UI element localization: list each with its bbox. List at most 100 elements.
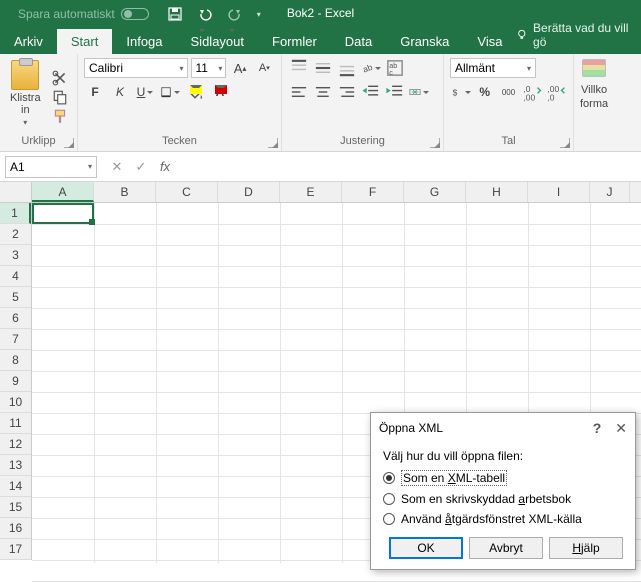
paste-button[interactable]: Klistra in ▾	[6, 58, 45, 135]
row-header[interactable]: 15	[0, 497, 31, 518]
name-box[interactable]: A1▾	[5, 156, 97, 178]
underline-button[interactable]: U	[134, 82, 156, 102]
row-header[interactable]: 5	[0, 287, 31, 308]
col-header[interactable]: A	[32, 182, 94, 202]
row-header[interactable]: 6	[0, 308, 31, 329]
tell-me-search[interactable]: Berätta vad du vill gö	[516, 21, 641, 54]
merge-center-icon[interactable]	[408, 82, 430, 102]
font-name-select[interactable]: Calibri▾	[84, 58, 188, 78]
cut-icon[interactable]	[51, 70, 69, 86]
format-painter-icon[interactable]	[51, 108, 69, 124]
tab-insert[interactable]: Infoga	[112, 29, 176, 54]
chevron-down-icon: ▾	[23, 118, 27, 127]
row-header[interactable]: 9	[0, 371, 31, 392]
close-icon[interactable]: ✕	[615, 420, 627, 437]
row-header[interactable]: 3	[0, 245, 31, 266]
tab-home[interactable]: Start	[57, 29, 112, 54]
col-header[interactable]: G	[404, 182, 466, 202]
dialog-launcher-clipboard[interactable]	[64, 138, 74, 148]
conditional-formatting-icon	[581, 58, 607, 82]
tell-me-label: Berätta vad du vill gö	[533, 21, 633, 49]
accept-formula-icon[interactable]: ✓	[129, 156, 153, 178]
row-header[interactable]: 14	[0, 476, 31, 497]
undo-icon[interactable]	[197, 6, 213, 22]
row-header[interactable]: 13	[0, 455, 31, 476]
col-header[interactable]: D	[218, 182, 280, 202]
dialog-launcher-font[interactable]	[268, 138, 278, 148]
align-middle-icon[interactable]	[312, 58, 334, 78]
copy-icon[interactable]	[51, 89, 69, 105]
border-button[interactable]	[159, 82, 181, 102]
radio-checked-icon[interactable]	[383, 472, 395, 484]
align-right-icon[interactable]	[336, 82, 358, 102]
align-center-icon[interactable]	[312, 82, 334, 102]
increase-decimal-icon[interactable]: ,0,00	[521, 82, 543, 102]
option-label: Använd åtgärdsfönstret XML-källa	[401, 512, 582, 526]
row-header[interactable]: 8	[0, 350, 31, 371]
italic-button[interactable]: K	[109, 82, 131, 102]
row-header[interactable]: 10	[0, 392, 31, 413]
increase-font-icon[interactable]: A▴	[229, 58, 250, 78]
accounting-format-icon[interactable]: $	[450, 82, 472, 102]
dialog-launcher-number[interactable]	[560, 138, 570, 148]
row-header[interactable]: 12	[0, 434, 31, 455]
radio-icon[interactable]	[383, 493, 395, 505]
font-color-button[interactable]: A	[209, 82, 231, 102]
insert-function-icon[interactable]: fx	[153, 156, 177, 178]
wrap-text-icon[interactable]: abc	[384, 58, 406, 78]
radio-icon[interactable]	[383, 513, 395, 525]
align-top-icon[interactable]	[288, 58, 310, 78]
autosave-toggle[interactable]: Spara automatiskt	[18, 7, 149, 21]
col-header[interactable]: C	[156, 182, 218, 202]
bold-button[interactable]: F	[84, 82, 106, 102]
tab-data[interactable]: Data	[331, 29, 386, 54]
col-header[interactable]: J	[590, 182, 630, 202]
row-header[interactable]: 2	[0, 224, 31, 245]
col-header[interactable]: F	[342, 182, 404, 202]
selected-cell[interactable]	[32, 203, 94, 224]
align-left-icon[interactable]	[288, 82, 310, 102]
cancel-formula-icon[interactable]: ✕	[105, 156, 129, 178]
tab-review[interactable]: Granska	[386, 29, 463, 54]
toggle-off-icon[interactable]	[121, 8, 149, 20]
decrease-font-icon[interactable]: A▾	[254, 58, 275, 78]
row-header[interactable]: 16	[0, 518, 31, 539]
option-readonly-workbook[interactable]: Som en skrivskyddad arbetsbok	[383, 489, 623, 509]
save-icon[interactable]	[167, 6, 183, 22]
row-header[interactable]: 4	[0, 266, 31, 287]
col-header[interactable]: H	[466, 182, 528, 202]
align-bottom-icon[interactable]	[336, 58, 358, 78]
percent-format-icon[interactable]: %	[474, 82, 496, 102]
comma-format-icon[interactable]: 000	[498, 82, 520, 102]
tab-view[interactable]: Visa	[463, 29, 516, 54]
decrease-decimal-icon[interactable]: ,00,0	[545, 82, 567, 102]
tab-pagelayout[interactable]: Sidlayout	[177, 29, 258, 54]
help-button[interactable]: Hjälp	[549, 537, 623, 559]
col-header[interactable]: E	[280, 182, 342, 202]
fill-color-button[interactable]	[184, 82, 206, 102]
col-header[interactable]: B	[94, 182, 156, 202]
dialog-launcher-alignment[interactable]	[430, 138, 440, 148]
col-header[interactable]: I	[528, 182, 590, 202]
help-icon[interactable]: ?	[593, 420, 602, 436]
select-all-corner[interactable]	[0, 182, 32, 203]
number-format-select[interactable]: Allmänt▾	[450, 58, 536, 78]
cancel-button[interactable]: Avbryt	[469, 537, 543, 559]
row-header[interactable]: 7	[0, 329, 31, 350]
option-xml-source-pane[interactable]: Använd åtgärdsfönstret XML-källa	[383, 509, 623, 529]
ok-button[interactable]: OK	[389, 537, 463, 559]
option-xml-table[interactable]: Som en XML-tabell	[383, 467, 623, 489]
font-size-select[interactable]: 11▾	[191, 58, 226, 78]
cond-label2: forma	[580, 98, 608, 110]
conditional-formatting-button[interactable]: Villko forma	[580, 58, 608, 149]
orientation-icon[interactable]: ab	[360, 58, 382, 78]
tab-file[interactable]: Arkiv	[0, 29, 57, 54]
formula-input[interactable]	[177, 156, 636, 178]
increase-indent-icon[interactable]	[384, 82, 406, 102]
row-header[interactable]: 1	[0, 203, 31, 224]
decrease-indent-icon[interactable]	[360, 82, 382, 102]
row-header[interactable]: 17	[0, 539, 31, 560]
tab-formulas[interactable]: Formler	[258, 29, 331, 54]
row-header[interactable]: 11	[0, 413, 31, 434]
dialog-titlebar[interactable]: Öppna XML ? ✕	[371, 413, 635, 443]
